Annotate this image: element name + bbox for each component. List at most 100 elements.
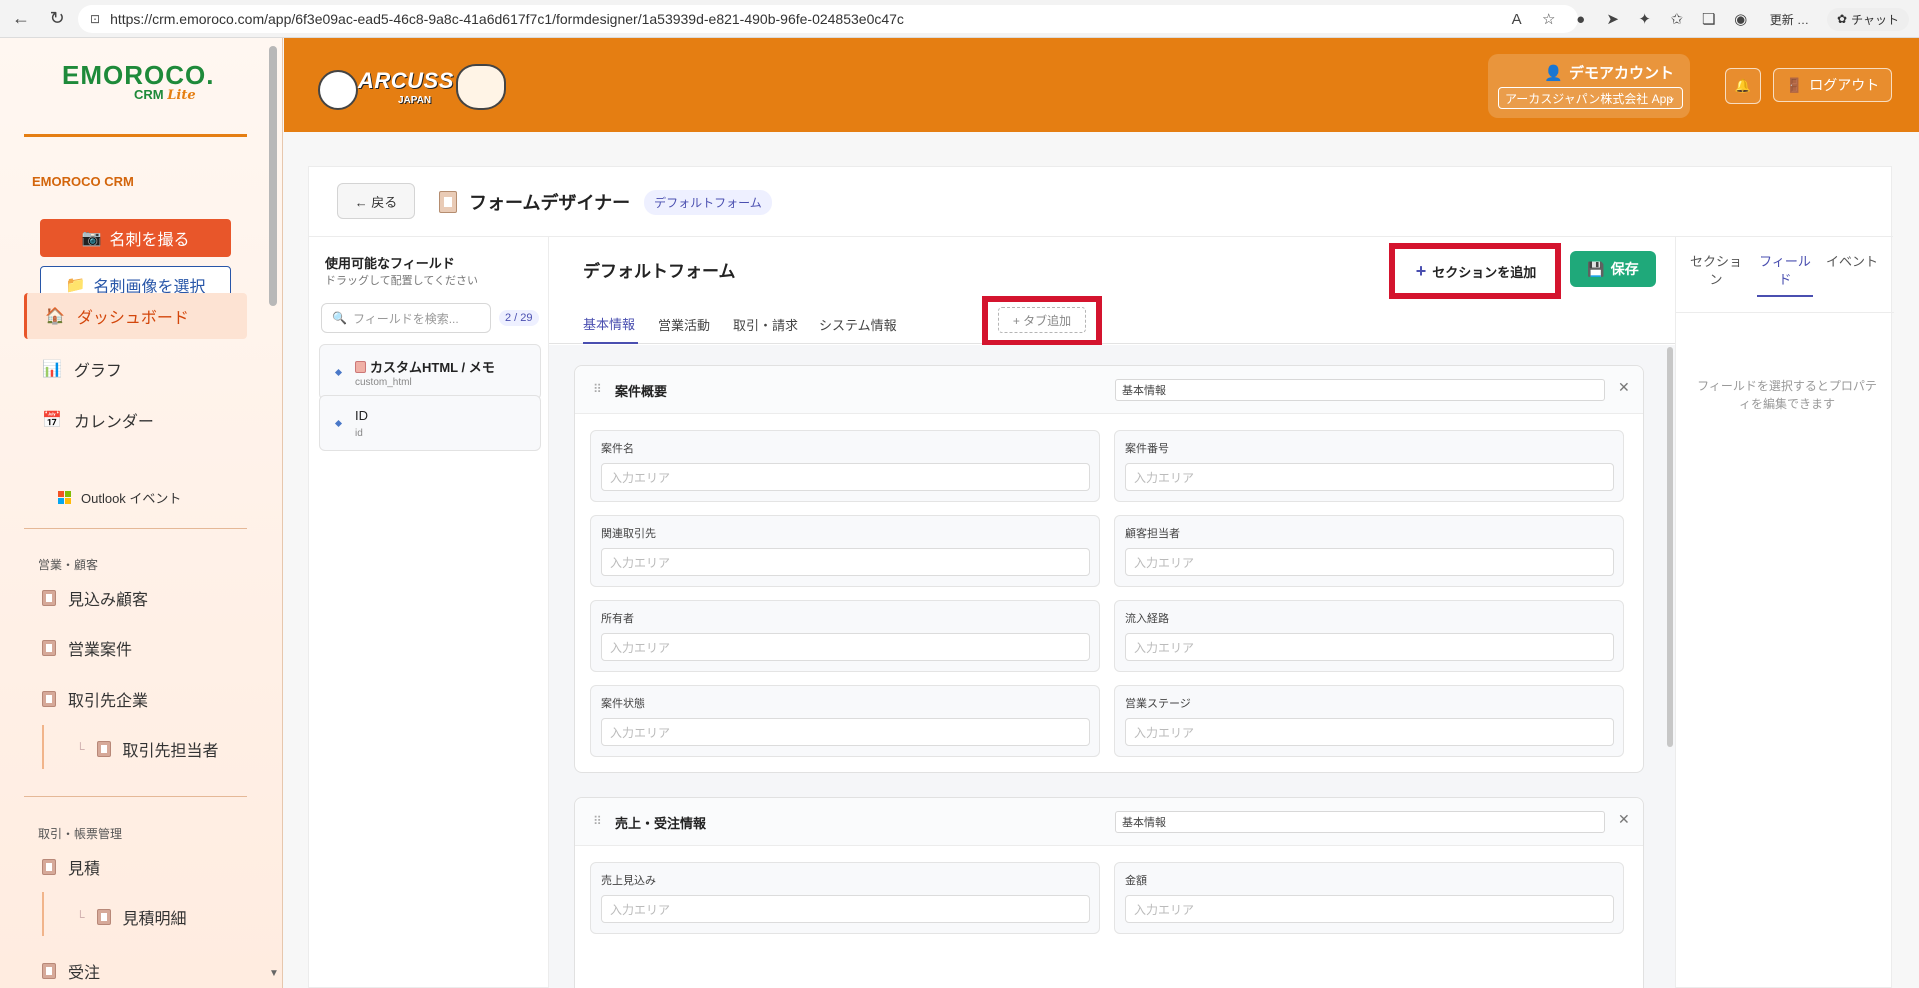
notification-bell-button[interactable]: 🔔 [1725, 68, 1761, 104]
collections-icon[interactable]: ❏ [1698, 8, 1720, 30]
input-placeholder: 入力エリア [610, 902, 671, 917]
back-button-label: ← 戻る [354, 194, 398, 210]
scan-card-label: 名刺を撮る [109, 232, 190, 249]
extension-icon[interactable]: ● [1570, 8, 1592, 30]
form-field-lead-source[interactable]: 流入経路 入力エリア [1114, 600, 1624, 672]
favorite-star-icon[interactable]: ☆ [1538, 8, 1560, 30]
add-section-button[interactable]: + セクションを追加 [1403, 255, 1549, 287]
address-bar[interactable]: ⊡ https://crm.emoroco.com/app/6f3e09ac-e… [78, 5, 1578, 33]
scan-card-button[interactable]: 📷 名刺を撮る [40, 219, 231, 257]
form-field-input[interactable]: 入力エリア [1125, 718, 1614, 746]
scroll-down-icon[interactable]: ▼ [269, 968, 279, 979]
app-page: EMOROCO. CRM Lite EMOROCO CRM 📷 名刺を撮る 📁 … [0, 38, 1919, 988]
document-icon [42, 640, 56, 656]
update-button[interactable]: 更新 … [1762, 8, 1817, 31]
bell-icon: 🔔 [1734, 78, 1752, 93]
highlight-box-add-section: + セクションを追加 [1389, 243, 1561, 299]
sidebar-item-dashboard[interactable]: 🏠 ダッシュボード [24, 293, 247, 339]
form-field-input[interactable]: 入力エリア [1125, 895, 1614, 923]
back-arrow-icon[interactable]: ← [6, 4, 36, 34]
field-search-input[interactable]: 🔍 フィールドを検索... [321, 303, 491, 333]
form-field-owner[interactable]: 所有者 入力エリア [590, 600, 1100, 672]
drag-handle-icon[interactable]: ⠿ [593, 814, 602, 828]
form-field-label: 顧客担当者 [1125, 528, 1180, 540]
page-title: フォームデザイナー [469, 193, 631, 213]
form-field-case-status[interactable]: 案件状態 入力エリア [590, 685, 1100, 757]
form-field-input[interactable]: 入力エリア [601, 895, 1090, 923]
close-icon[interactable]: ✕ [1618, 379, 1630, 396]
form-field-input[interactable]: 入力エリア [1125, 463, 1614, 491]
sidebar-item-calendar[interactable]: 📅 カレンダー [24, 397, 247, 443]
organization-select[interactable]: アーカスジャパン株式会社 App ⌄ [1498, 87, 1683, 109]
memo-icon [355, 360, 366, 373]
sidebar-item-quote-details[interactable]: └ 見積明細 [58, 894, 247, 940]
reload-icon[interactable]: ↻ [42, 4, 72, 34]
form-field-input[interactable]: 入力エリア [601, 548, 1090, 576]
drag-handle-icon[interactable]: ⠿ [593, 382, 602, 396]
form-field-related-account[interactable]: 関連取引先 入力エリア [590, 515, 1100, 587]
sidebar-item-leads[interactable]: 見込み顧客 [24, 575, 247, 621]
sidebar-item-graph[interactable]: 📊 グラフ [24, 346, 247, 392]
site-info-icon[interactable]: ⊡ [90, 12, 100, 26]
form-field-case-name[interactable]: 案件名 入力エリア [590, 430, 1100, 502]
tab-event-properties[interactable]: イベント [1824, 253, 1880, 271]
extension-arrow-icon[interactable]: ➤ [1602, 8, 1624, 30]
form-section-case-overview[interactable]: ⠿ 案件概要 基本情報 ✕ 案件名 入力エリア 案件番号 入力エリア 関連取引先… [574, 365, 1644, 773]
sidebar-item-label: 営業案件 [68, 642, 133, 659]
form-field-expected-revenue[interactable]: 売上見込み 入力エリア [590, 862, 1100, 934]
form-field-case-number[interactable]: 案件番号 入力エリア [1114, 430, 1624, 502]
tab-sales-activity[interactable]: 営業活動 [658, 304, 710, 344]
section-title: 売上・受注情報 [615, 816, 707, 831]
tab-label: 基本情報 [583, 316, 636, 332]
user-icon: 👤 [1544, 64, 1563, 82]
form-field-label: 案件番号 [1125, 443, 1169, 455]
section-tab-select[interactable]: 基本情報 [1115, 379, 1605, 401]
field-card-custom-html[interactable]: カスタムHTML / メモ custom_html [319, 344, 541, 400]
form-field-input[interactable]: 入力エリア [601, 463, 1090, 491]
form-field-input[interactable]: 入力エリア [601, 718, 1090, 746]
sidebar-item-orders[interactable]: 受注 [24, 948, 247, 988]
tab-system-info[interactable]: システム情報 [819, 304, 897, 344]
arcuss-logo[interactable]: ARCUSS JAPAN [314, 58, 509, 116]
form-section-sales-order-info[interactable]: ⠿ 売上・受注情報 基本情報 ✕ 売上見込み 入力エリア 金額 入力エリア [574, 797, 1644, 988]
profile-avatar-icon[interactable]: ◉ [1730, 8, 1752, 30]
logout-button[interactable]: 🚪 ログアウト [1773, 68, 1892, 102]
form-designer: ← 戻る フォームデザイナー デフォルトフォーム 使用可能なフィールド ドラッグ… [308, 166, 1894, 988]
tab-basic-info[interactable]: 基本情報 [583, 304, 638, 344]
form-field-label: 売上見込み [601, 875, 656, 887]
tab-label: 営業活動 [658, 317, 711, 333]
copilot-chat-button[interactable]: ✿ チャット [1827, 7, 1909, 31]
favorites-icon[interactable]: ✩ [1666, 8, 1688, 30]
form-field-input[interactable]: 入力エリア [1125, 548, 1614, 576]
sidebar-item-outlook[interactable]: Outlook イベント [58, 482, 181, 512]
puzzle-icon[interactable]: ✦ [1634, 8, 1656, 30]
form-field-amount[interactable]: 金額 入力エリア [1114, 862, 1624, 934]
form-field-sales-stage[interactable]: 営業ステージ 入力エリア [1114, 685, 1624, 757]
sidebar-scrollbar[interactable] [269, 46, 277, 306]
form-field-input[interactable]: 入力エリア [1125, 633, 1614, 661]
sidebar-item-accounts[interactable]: 取引先企業 [24, 676, 247, 722]
tree-connector [42, 725, 44, 769]
sidebar-item-deals[interactable]: 営業案件 [24, 625, 247, 671]
tab-field-properties[interactable]: フィールド [1757, 253, 1813, 297]
tab-transactions-billing[interactable]: 取引・請求 [733, 304, 798, 344]
field-card-title: カスタムHTML / メモ [355, 357, 495, 376]
section-tab-select[interactable]: 基本情報 [1115, 811, 1605, 833]
sidebar-item-quotes[interactable]: 見積 [24, 844, 247, 890]
canvas-scrollbar[interactable] [1667, 347, 1673, 747]
tab-section-properties[interactable]: セクション [1688, 253, 1744, 289]
back-button[interactable]: ← 戻る [337, 183, 415, 219]
form-field-input[interactable]: 入力エリア [601, 633, 1090, 661]
read-aloud-icon[interactable]: A [1506, 8, 1528, 30]
close-icon[interactable]: ✕ [1618, 811, 1630, 828]
sidebar: EMOROCO. CRM Lite EMOROCO CRM 📷 名刺を撮る 📁 … [0, 38, 283, 988]
emoroco-logo[interactable]: EMOROCO. CRM Lite [62, 60, 213, 103]
input-placeholder: 入力エリア [1134, 470, 1195, 485]
field-card-id[interactable]: ID id [319, 395, 541, 451]
save-button[interactable]: 💾 保存 [1570, 251, 1656, 287]
form-field-customer-contact[interactable]: 顧客担当者 入力エリア [1114, 515, 1624, 587]
input-placeholder: 入力エリア [1134, 640, 1195, 655]
add-tab-button[interactable]: + タブ追加 [998, 307, 1086, 333]
sidebar-item-contacts[interactable]: └ 取引先担当者 [58, 726, 247, 772]
section-tab-select-value: 基本情報 [1122, 817, 1166, 829]
